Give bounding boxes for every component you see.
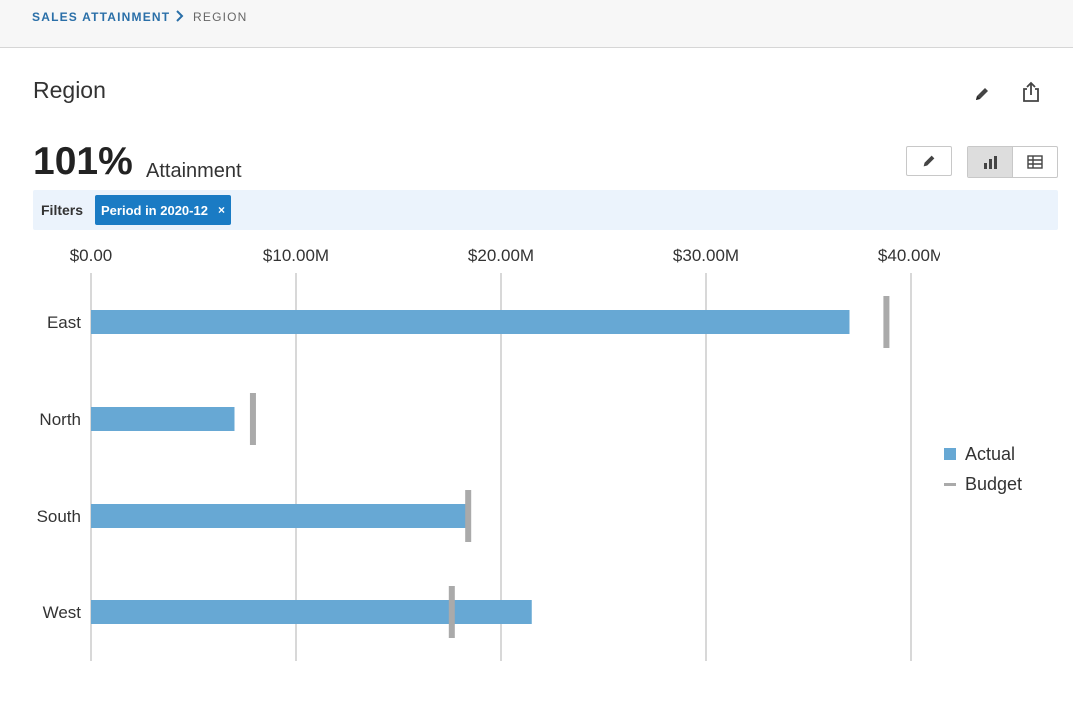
budget-marker — [465, 490, 472, 542]
filters-bar: Filters Period in 2020-12 × — [33, 190, 1058, 230]
chart-legend: Actual Budget — [944, 439, 1022, 499]
table-view-button[interactable] — [1012, 147, 1057, 177]
pencil-icon — [923, 155, 935, 167]
filter-chip[interactable]: Period in 2020-12 × — [95, 195, 231, 225]
share-icon — [1023, 81, 1039, 102]
x-tick-label: $10.00M — [263, 246, 329, 265]
actual-bar — [91, 310, 850, 334]
legend-item-actual[interactable]: Actual — [944, 439, 1022, 469]
legend-item-budget[interactable]: Budget — [944, 469, 1022, 499]
chart-view-button[interactable] — [968, 147, 1012, 177]
table-icon — [1027, 155, 1043, 169]
actual-bar — [91, 504, 469, 528]
share-button[interactable] — [1017, 78, 1045, 106]
budget-marker — [448, 586, 455, 638]
edit-chart-button[interactable] — [906, 146, 952, 176]
attainment-chart: $0.00 $10.00M $20.00M $30.00M $40.00M East Nor… — [37, 246, 940, 661]
kpi-label: Attainment — [146, 160, 242, 182]
page-title: Region — [33, 77, 106, 103]
legend-swatch-actual — [944, 448, 956, 460]
breadcrumb-current: REGION — [193, 10, 248, 24]
category-label: West — [43, 603, 82, 622]
actual-bar — [91, 407, 235, 431]
x-tick-label: $20.00M — [468, 246, 534, 265]
kpi-value: 101% — [33, 140, 133, 183]
x-tick-label: $0.00 — [70, 246, 113, 265]
bar-chart-icon — [984, 156, 997, 169]
edit-page-button[interactable] — [968, 80, 996, 108]
chevron-right-icon — [176, 10, 184, 22]
budget-marker — [249, 393, 256, 445]
close-icon[interactable]: × — [218, 203, 225, 217]
budget-marker — [883, 296, 890, 348]
x-tick-label: $40.00M — [878, 246, 940, 265]
legend-label-budget: Budget — [965, 473, 1023, 494]
x-tick-label: $30.00M — [673, 246, 739, 265]
filters-label: Filters — [41, 202, 84, 218]
actual-bar — [91, 600, 532, 624]
filter-chip-label: Period in 2020-12 — [101, 202, 208, 218]
category-label: East — [47, 313, 81, 332]
legend-swatch-budget — [944, 482, 956, 486]
category-label: North — [39, 410, 81, 429]
legend-label-actual: Actual — [965, 443, 1016, 464]
breadcrumb-bar: SALES ATTAINMENT REGION — [0, 0, 1073, 48]
view-toggle — [967, 146, 1058, 178]
category-label: South — [37, 507, 81, 526]
breadcrumb-sales-attainment-link[interactable]: SALES ATTAINMENT — [32, 10, 170, 24]
pencil-icon — [976, 88, 988, 100]
